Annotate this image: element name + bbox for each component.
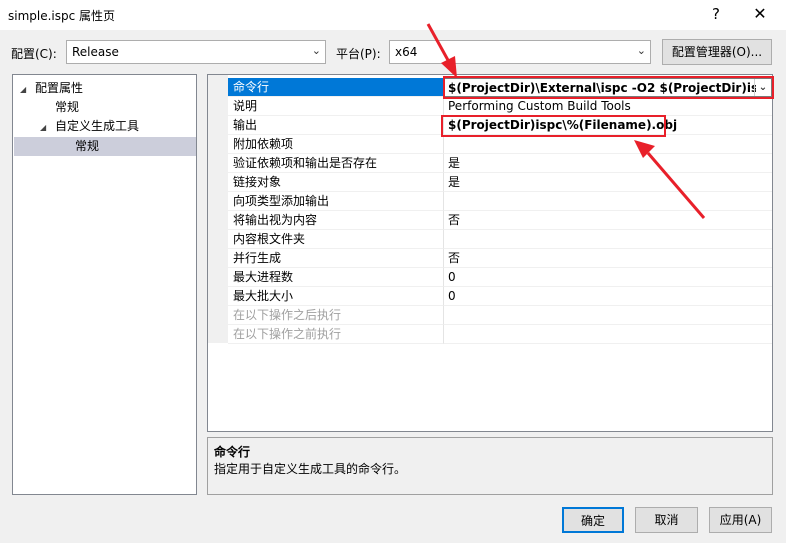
apply-button[interactable]: 应用(A) (709, 507, 772, 533)
property-name: 在以下操作之后执行 (228, 306, 444, 325)
title-bar: simple.ispc 属性页 ? ✕ (0, 0, 786, 30)
platform-select[interactable]: x64 ⌄ (389, 40, 651, 64)
table-row[interactable]: 在以下操作之后执行 (228, 306, 772, 325)
settings-tree: ◢ 配置属性 常规 ◢ 自定义生成工具 常规 (12, 74, 197, 495)
property-name: 命令行 (228, 78, 444, 97)
table-row[interactable]: 验证依赖项和输出是否存在 是 (228, 154, 772, 173)
property-name: 最大批大小 (228, 287, 444, 306)
property-name: 内容根文件夹 (228, 230, 444, 249)
table-row[interactable]: 向项类型添加输出 (228, 192, 772, 211)
table-row[interactable]: 将输出视为内容 否 (228, 211, 772, 230)
expand-triangle-icon[interactable]: ◢ (40, 118, 46, 137)
property-name: 向项类型添加输出 (228, 192, 444, 211)
property-name: 链接对象 (228, 173, 444, 192)
property-value (444, 192, 772, 211)
annotation-box-output (441, 115, 666, 137)
property-value: 否 (444, 211, 772, 230)
description-title: 命令行 (214, 445, 251, 459)
property-value: 否 (444, 249, 772, 268)
property-value (444, 325, 772, 344)
property-name: 输出 (228, 116, 444, 135)
property-name: 附加依赖项 (228, 135, 444, 154)
description-text: 指定用于自定义生成工具的命令行。 (214, 462, 407, 476)
table-row[interactable]: 最大批大小 0 (228, 287, 772, 306)
platform-value: x64 (395, 45, 418, 59)
help-button[interactable]: ? (704, 3, 728, 25)
cancel-button[interactable]: 取消 (635, 507, 698, 533)
table-row[interactable]: 并行生成 否 (228, 249, 772, 268)
config-label: 配置(C): (11, 47, 57, 61)
platform-label: 平台(P): (336, 47, 381, 61)
table-row[interactable]: 在以下操作之前执行 (228, 325, 772, 344)
property-value (444, 135, 772, 154)
tree-item-general[interactable]: 常规 (55, 98, 79, 117)
tree-item-selected-bg (14, 137, 196, 156)
chevron-down-icon: ⌄ (636, 44, 646, 57)
property-value: 0 (444, 287, 772, 306)
table-row[interactable]: 链接对象 是 (228, 173, 772, 192)
table-row[interactable]: 说明 Performing Custom Build Tools (228, 97, 772, 116)
window-title: simple.ispc 属性页 (8, 9, 116, 23)
property-name: 说明 (228, 97, 444, 116)
property-name: 将输出视为内容 (228, 211, 444, 230)
config-manager-button[interactable]: 配置管理器(O)... (662, 39, 772, 65)
grid-margin (208, 75, 228, 343)
property-name: 在以下操作之前执行 (228, 325, 444, 344)
table-row[interactable]: 内容根文件夹 (228, 230, 772, 249)
tree-item-config-properties[interactable]: 配置属性 (35, 79, 83, 98)
property-value: 是 (444, 154, 772, 173)
description-panel: 命令行 指定用于自定义生成工具的命令行。 (207, 437, 773, 495)
config-value: Release (72, 45, 119, 59)
tree-item-custom-build-tool[interactable]: 自定义生成工具 (55, 117, 139, 136)
config-select[interactable]: Release ⌄ (66, 40, 326, 64)
property-name: 验证依赖项和输出是否存在 (228, 154, 444, 173)
property-value: 0 (444, 268, 772, 287)
property-value: 是 (444, 173, 772, 192)
ok-button[interactable]: 确定 (562, 507, 624, 533)
close-button[interactable]: ✕ (746, 3, 774, 25)
chevron-down-icon: ⌄ (311, 44, 321, 57)
property-value (444, 306, 772, 325)
table-row[interactable]: 附加依赖项 (228, 135, 772, 154)
property-name: 最大进程数 (228, 268, 444, 287)
property-name: 并行生成 (228, 249, 444, 268)
table-row[interactable]: 最大进程数 0 (228, 268, 772, 287)
property-value: Performing Custom Build Tools (444, 97, 772, 116)
tree-item-custom-build-general[interactable]: 常规 (75, 137, 99, 156)
property-value (444, 230, 772, 249)
expand-triangle-icon[interactable]: ◢ (20, 80, 26, 99)
annotation-box-command (443, 76, 774, 99)
